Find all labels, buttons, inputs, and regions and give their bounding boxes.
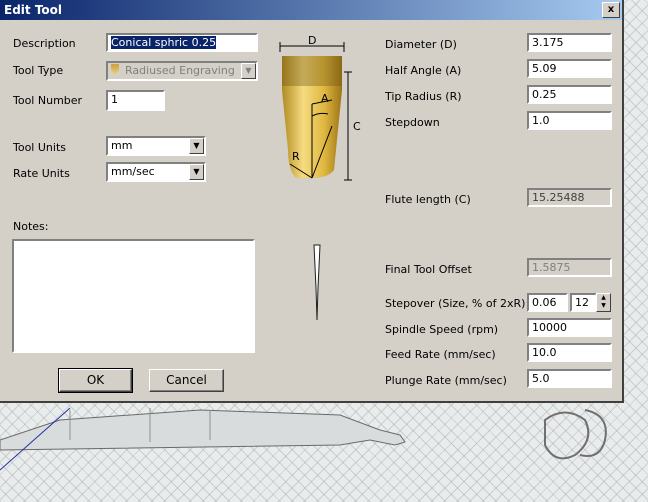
flute-length-label: Flute length (C) — [385, 193, 471, 206]
tool-type-value: Radiused Engraving — [125, 64, 235, 77]
engraving-tool-icon — [111, 64, 119, 75]
tool-type-select[interactable]: Radiused Engraving ▼ — [106, 61, 258, 81]
rate-units-select[interactable]: mm/sec ▼ — [106, 162, 206, 182]
flute-length-value: 15.25488 — [527, 188, 612, 207]
half-angle-label: Half Angle (A) — [385, 64, 462, 77]
rate-units-label: Rate Units — [13, 167, 70, 180]
description-input[interactable]: Conical sphric 0.25 — [106, 33, 258, 52]
window-title: Edit Tool — [4, 3, 63, 17]
tool-units-value: mm — [111, 139, 133, 152]
stepdown-label: Stepdown — [385, 116, 440, 129]
diameter-input[interactable]: 3.175 — [527, 33, 612, 52]
chevron-down-icon[interactable]: ▼ — [189, 164, 204, 180]
diagram-label-a: A — [321, 92, 329, 105]
ok-button[interactable]: OK — [58, 368, 133, 393]
close-icon: x — [607, 4, 615, 15]
diagram-label-c: C — [353, 120, 361, 133]
spin-down-icon[interactable]: ▼ — [597, 302, 610, 310]
tool-profile-preview — [313, 244, 321, 321]
tool-number-label: Tool Number — [13, 94, 83, 107]
chevron-down-icon[interactable]: ▼ — [241, 63, 256, 79]
feed-rate-label: Feed Rate (mm/sec) — [385, 348, 496, 361]
tip-radius-label: Tip Radius (R) — [385, 90, 462, 103]
spin-up-icon[interactable]: ▲ — [597, 294, 610, 302]
stepover-size-input[interactable]: 0.06 — [527, 293, 568, 312]
edit-tool-dialog: Edit Tool x Description Conical sphric 0… — [0, 0, 624, 403]
final-offset-input: 1.5875 — [527, 258, 612, 277]
plunge-rate-label: Plunge Rate (mm/sec) — [385, 374, 507, 387]
stepover-percent-input[interactable]: 12 — [570, 293, 597, 312]
tool-units-label: Tool Units — [13, 141, 66, 154]
notes-textarea[interactable] — [12, 239, 255, 353]
rate-units-value: mm/sec — [111, 165, 155, 178]
tool-units-select[interactable]: mm ▼ — [106, 136, 206, 156]
diagram-label-r: R — [292, 150, 300, 163]
final-offset-label: Final Tool Offset — [385, 263, 472, 276]
tip-radius-input[interactable]: 0.25 — [527, 85, 612, 104]
title-bar[interactable]: Edit Tool x — [0, 0, 622, 20]
stepdown-input[interactable]: 1.0 — [527, 111, 612, 130]
description-value: Conical sphric 0.25 — [111, 36, 217, 49]
stepover-label: Stepover (Size, % of 2xR) — [385, 297, 526, 310]
cancel-button[interactable]: Cancel — [149, 369, 224, 392]
chevron-down-icon[interactable]: ▼ — [189, 138, 204, 154]
diameter-label: Diameter (D) — [385, 38, 457, 51]
feed-rate-input[interactable]: 10.0 — [527, 343, 612, 362]
tool-type-label: Tool Type — [13, 64, 64, 77]
half-angle-input[interactable]: 5.09 — [527, 59, 612, 78]
stepover-spinner[interactable]: ▲ ▼ — [596, 293, 611, 312]
spindle-speed-input[interactable]: 10000 — [527, 318, 612, 337]
plunge-rate-input[interactable]: 5.0 — [527, 369, 612, 388]
tool-geometry-diagram: D A C R — [279, 34, 361, 321]
background-relief-preview — [0, 407, 607, 471]
close-button[interactable]: x — [602, 2, 620, 18]
diagram-label-d: D — [308, 34, 316, 47]
description-label: Description — [13, 37, 76, 50]
tool-number-input[interactable]: 1 — [106, 90, 165, 111]
notes-label: Notes: — [13, 220, 49, 233]
spindle-speed-label: Spindle Speed (rpm) — [385, 323, 499, 336]
